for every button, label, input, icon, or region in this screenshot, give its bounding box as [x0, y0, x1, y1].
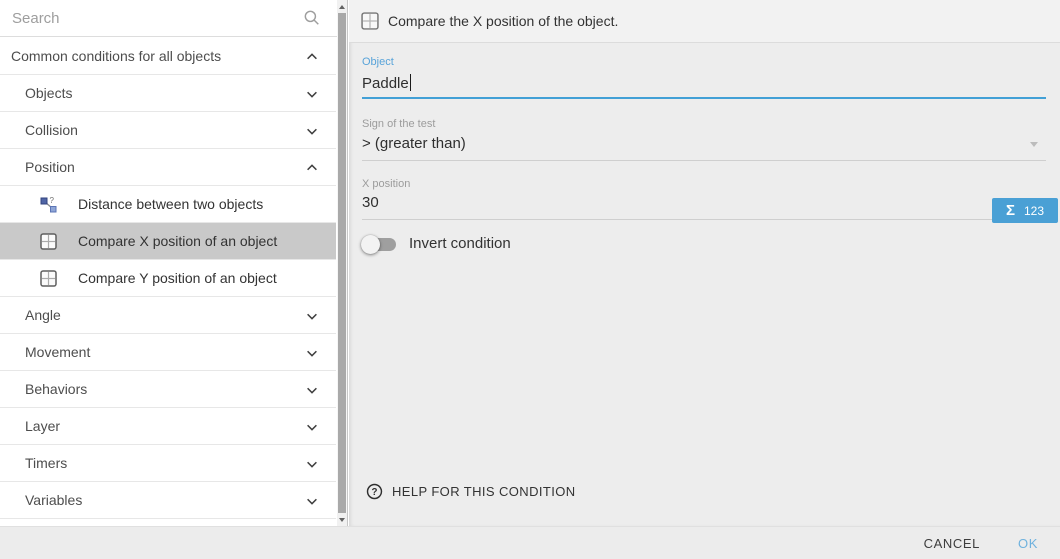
- search-row: [0, 0, 347, 37]
- sidebar-item-label: Position: [25, 159, 75, 175]
- sidebar-item-label: Compare Y position of an object: [78, 270, 277, 286]
- chevron-up-icon: [305, 50, 319, 64]
- sidebar-item-distance-between-two-objects[interactable]: ? Distance between two objects: [0, 186, 336, 223]
- object-field-value[interactable]: Paddle: [362, 74, 1046, 92]
- cancel-button[interactable]: CANCEL: [924, 536, 980, 551]
- chevron-up-icon: [305, 161, 319, 175]
- help-link-label: HELP FOR THIS CONDITION: [392, 484, 576, 499]
- dialog-footer: CANCEL OK: [0, 526, 1060, 559]
- condition-editor-dialog: Common conditions for all objects Object…: [0, 0, 1060, 559]
- chevron-down-icon: [305, 124, 319, 138]
- conditions-list: Common conditions for all objects Object…: [0, 38, 336, 519]
- sidebar-item-label: Angle: [25, 307, 61, 323]
- dropdown-caret-icon: [1030, 142, 1038, 147]
- sidebar-item-label: Layer: [25, 418, 60, 434]
- chevron-down-icon: [305, 383, 319, 397]
- invert-condition-label: Invert condition: [409, 235, 511, 252]
- x-position-field[interactable]: X position 30 Σ 123: [362, 161, 1046, 220]
- sidebar-scrollbar[interactable]: [337, 0, 347, 526]
- svg-text:?: ?: [50, 196, 55, 205]
- compare-position-icon: [40, 270, 57, 287]
- sidebar-item-label: Behaviors: [25, 381, 87, 397]
- condition-title: Compare the X position of the object.: [388, 13, 618, 29]
- scrollbar-down-arrow[interactable]: [337, 513, 347, 526]
- text-cursor: [410, 74, 411, 91]
- sidebar-item-label: Compare X position of an object: [78, 233, 277, 249]
- object-field-label: Object: [362, 43, 1046, 68]
- scrollbar-up-arrow[interactable]: [337, 0, 347, 13]
- sidebar-item-collision[interactable]: Collision: [0, 112, 336, 149]
- compare-position-icon: [361, 12, 379, 30]
- sign-field-label: Sign of the test: [362, 99, 1046, 130]
- sidebar-item-compare-x-position[interactable]: Compare X position of an object: [0, 223, 336, 260]
- sigma-icon: Σ: [1006, 202, 1015, 219]
- conditions-sidebar: Common conditions for all objects Object…: [0, 0, 348, 526]
- toggle-knob: [361, 235, 380, 254]
- help-link[interactable]: ? HELP FOR THIS CONDITION: [366, 483, 576, 500]
- sidebar-item-compare-y-position[interactable]: Compare Y position of an object: [0, 260, 336, 297]
- sidebar-item-label: Objects: [25, 85, 72, 101]
- sidebar-item-label: Movement: [25, 344, 90, 360]
- distance-icon: ?: [40, 196, 57, 213]
- x-position-value[interactable]: 30: [362, 194, 1046, 211]
- sidebar-item-label: Timers: [25, 455, 67, 471]
- sidebar-item-angle[interactable]: Angle: [0, 297, 336, 334]
- x-position-underline: [362, 219, 1046, 220]
- sidebar-item-timers[interactable]: Timers: [0, 445, 336, 482]
- sidebar-item-label: Variables: [25, 492, 82, 508]
- chevron-down-icon: [305, 420, 319, 434]
- chevron-down-icon: [305, 87, 319, 101]
- condition-header: Compare the X position of the object.: [349, 0, 1060, 43]
- sidebar-item-objects[interactable]: Objects: [0, 75, 336, 112]
- condition-parameters: Object Paddle Sign of the test > (greate…: [349, 43, 1060, 252]
- sidebar-item-behaviors[interactable]: Behaviors: [0, 371, 336, 408]
- compare-position-icon: [40, 233, 57, 250]
- search-input[interactable]: [12, 6, 292, 30]
- sidebar-item-movement[interactable]: Movement: [0, 334, 336, 371]
- chevron-down-icon: [305, 309, 319, 323]
- chevron-down-icon: [305, 346, 319, 360]
- invert-condition-toggle[interactable]: [363, 238, 397, 252]
- sign-field-value[interactable]: > (greater than): [362, 135, 1046, 152]
- sidebar-item-variables[interactable]: Variables: [0, 482, 336, 519]
- x-position-label: X position: [362, 161, 1046, 190]
- ok-button[interactable]: OK: [1018, 536, 1038, 551]
- object-field[interactable]: Object Paddle: [362, 43, 1046, 99]
- search-icon: [303, 9, 321, 27]
- expression-editor-button[interactable]: Σ 123: [992, 198, 1058, 223]
- sidebar-item-label: Distance between two objects: [78, 196, 263, 212]
- sidebar-item-layer[interactable]: Layer: [0, 408, 336, 445]
- scrollbar-thumb[interactable]: [338, 13, 346, 513]
- svg-text:?: ?: [372, 487, 378, 498]
- sidebar-item-label: Collision: [25, 122, 78, 138]
- sidebar-item-label: Common conditions for all objects: [11, 48, 221, 64]
- sidebar-item-common-conditions[interactable]: Common conditions for all objects: [0, 38, 336, 75]
- condition-detail-panel: Compare the X position of the object. Ob…: [349, 0, 1060, 526]
- sidebar-item-position[interactable]: Position: [0, 149, 336, 186]
- chevron-down-icon: [305, 457, 319, 471]
- help-question-icon: ?: [366, 483, 383, 500]
- invert-condition-row: Invert condition: [362, 235, 1046, 252]
- sign-of-test-dropdown[interactable]: Sign of the test > (greater than): [362, 99, 1046, 161]
- chevron-down-icon: [305, 494, 319, 508]
